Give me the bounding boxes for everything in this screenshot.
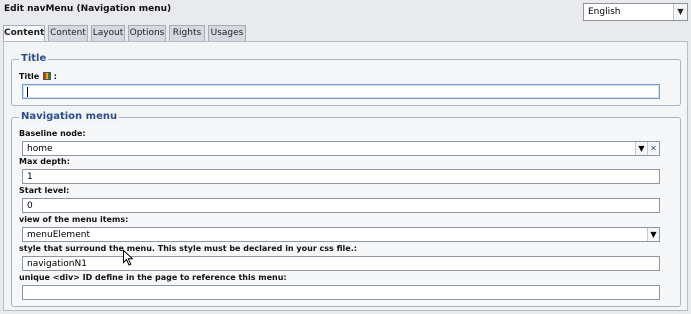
title-label-suffix: : bbox=[53, 72, 57, 81]
window-title: Edit navMenu (Navigation menu) bbox=[4, 4, 172, 14]
tab-rights[interactable]: Rights bbox=[169, 25, 205, 41]
tab-content[interactable]: Content bbox=[48, 25, 88, 41]
menu-items-view-select[interactable]: menuElement ▼ bbox=[22, 227, 660, 242]
max-depth-input[interactable]: 1 bbox=[22, 169, 660, 184]
tab-content-active[interactable]: Content bbox=[3, 25, 45, 42]
div-id-input[interactable] bbox=[22, 285, 660, 300]
tab-bar: Content Content Layout Options Rights Us… bbox=[3, 25, 689, 42]
language-flag-icon bbox=[43, 72, 51, 80]
baseline-node-select[interactable]: home ▼ ✕ bbox=[22, 141, 660, 156]
chevron-down-icon[interactable]: ▼ bbox=[647, 228, 659, 241]
window-titlebar: Edit navMenu (Navigation menu) English ▼ bbox=[0, 0, 691, 24]
language-select-value: English bbox=[588, 7, 621, 17]
chevron-down-icon[interactable]: ▼ bbox=[635, 142, 647, 155]
clear-icon[interactable]: ✕ bbox=[647, 142, 659, 155]
mouse-pointer-icon bbox=[123, 250, 133, 266]
menu-items-view-value: menuElement bbox=[27, 230, 90, 240]
start-level-input[interactable]: 0 bbox=[22, 198, 660, 213]
start-level-label: Start level: bbox=[19, 186, 70, 195]
surround-style-label: style that surround the menu. This style… bbox=[19, 244, 357, 253]
title-label-text: Title bbox=[19, 72, 40, 81]
menu-items-view-label: view of the menu items: bbox=[19, 215, 129, 224]
start-level-value: 0 bbox=[27, 201, 33, 211]
tab-layout[interactable]: Layout bbox=[91, 25, 125, 41]
div-id-label: unique <div> ID define in the page to re… bbox=[19, 273, 287, 282]
surround-style-value: navigationN1 bbox=[27, 259, 87, 269]
language-select[interactable]: English ▼ bbox=[583, 3, 688, 21]
tab-usages[interactable]: Usages bbox=[208, 25, 246, 41]
title-fieldset: Title Title : bbox=[11, 53, 681, 106]
baseline-node-value: home bbox=[27, 144, 53, 154]
surround-style-input[interactable]: navigationN1 bbox=[22, 256, 660, 271]
tab-options[interactable]: Options bbox=[128, 25, 166, 41]
text-caret bbox=[27, 87, 28, 97]
title-field-label: Title : bbox=[19, 72, 57, 81]
max-depth-label: Max depth: bbox=[19, 157, 70, 166]
navigation-fieldset: Navigation menu Baseline node: home ▼ ✕ … bbox=[11, 111, 681, 307]
content-panel: Title Title : Navigation menu Baseline n… bbox=[3, 41, 688, 311]
title-input[interactable] bbox=[22, 84, 660, 99]
chevron-down-icon[interactable]: ▼ bbox=[673, 4, 687, 20]
baseline-node-label: Baseline node: bbox=[19, 129, 86, 138]
navigation-legend: Navigation menu bbox=[19, 111, 120, 122]
title-legend: Title bbox=[19, 53, 49, 64]
max-depth-value: 1 bbox=[27, 172, 33, 182]
